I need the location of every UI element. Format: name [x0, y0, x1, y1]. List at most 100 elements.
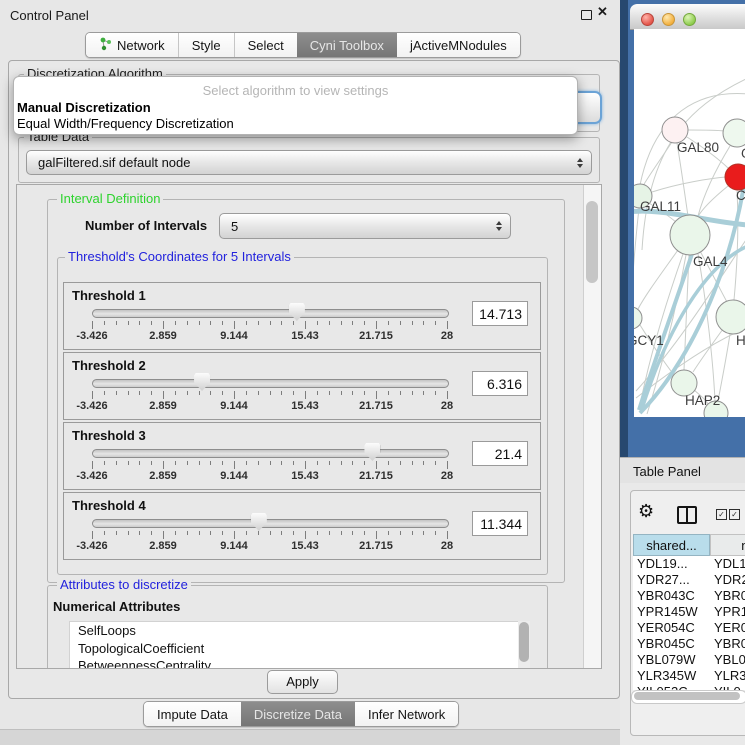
threshold-value-field[interactable]: 14.713	[472, 301, 528, 326]
tick-label: 28	[441, 400, 453, 412]
tick-mark	[305, 531, 306, 539]
scrollbar-thumb[interactable]	[634, 692, 740, 700]
tab-network[interactable]: Network	[86, 33, 178, 57]
threshold-label: Threshold 3	[72, 428, 146, 443]
tick-mark	[341, 531, 342, 535]
algorithm-option-equal-width-frequency-discretization[interactable]: Equal Width/Frequency Discretization	[14, 116, 577, 132]
node-gal4[interactable]	[670, 215, 710, 255]
table-row[interactable]: YER054CYER0	[633, 620, 745, 636]
column-header-shared-name[interactable]: shared...	[633, 534, 710, 556]
tick-mark	[329, 531, 330, 535]
table-data-combo[interactable]: galFiltered.sif default node	[26, 150, 592, 175]
tick-mark	[116, 321, 117, 325]
tick-mark	[116, 531, 117, 535]
tick-mark	[412, 461, 413, 465]
tab-label: Discretize Data	[254, 707, 342, 722]
table-row[interactable]: YPR145WYPR1	[633, 604, 745, 620]
tab-style[interactable]: Style	[178, 33, 234, 57]
network-canvas[interactable]: GAL80GGAL11CGAL4GCY1HHAP2	[634, 29, 745, 417]
slider-track[interactable]	[92, 309, 449, 318]
tick-mark	[423, 321, 424, 325]
tick-mark	[364, 461, 365, 465]
attributes-list-scrollbar[interactable]	[518, 621, 530, 668]
threshold-1-panel: Threshold 1-3.4262.8599.14415.4321.71528…	[63, 282, 541, 350]
tab-label: Network	[117, 38, 165, 53]
tick-mark	[423, 531, 424, 535]
mac-minimize-icon[interactable]	[662, 13, 675, 26]
mac-zoom-icon[interactable]	[683, 13, 696, 26]
cell-shared-name: YBR043C	[633, 588, 710, 604]
cell-shared-name: YDL19...	[633, 556, 710, 572]
column-header-name[interactable]: na	[710, 534, 745, 556]
slider-track[interactable]	[92, 449, 449, 458]
table-horizontal-scrollbar[interactable]	[631, 690, 745, 704]
gear-icon[interactable]: ⚙	[638, 501, 654, 522]
tick-mark	[352, 391, 353, 395]
table-rows[interactable]: YDL19...YDL1YDR27...YDR2YBR043CYBR0YPR14…	[633, 556, 745, 690]
cell-shared-name: YPR145W	[633, 604, 710, 620]
tick-mark	[234, 321, 235, 329]
table-row[interactable]: YDR27...YDR2	[633, 572, 745, 588]
tick-mark	[281, 321, 282, 325]
slider-track[interactable]	[92, 519, 449, 528]
tick-mark	[376, 391, 377, 399]
slider-thumb[interactable]	[194, 373, 210, 391]
numerical-attributes-list[interactable]: SelfLoopsTopologicalCoefficientBetweenne…	[69, 621, 520, 669]
table-data-combo-value: galFiltered.sif default node	[27, 155, 190, 170]
attribute-item-topologicalcoefficient[interactable]: TopologicalCoefficient	[70, 640, 519, 658]
attribute-item-selfloops[interactable]: SelfLoops	[70, 622, 519, 640]
table-row[interactable]: YDL19...YDL1	[633, 556, 745, 572]
tick-mark	[139, 531, 140, 535]
settings-vertical-scrollbar[interactable]	[583, 185, 601, 668]
float-window-icon[interactable]	[581, 10, 592, 20]
tab-jactivemnodules[interactable]: jActiveMNodules	[397, 33, 520, 57]
table-row[interactable]: YLR345WYLR3	[633, 668, 745, 684]
tick-mark	[352, 461, 353, 465]
tick-mark	[258, 321, 259, 325]
threshold-value-field[interactable]: 6.316	[472, 371, 528, 396]
algorithm-option-manual-discretization[interactable]: Manual Discretization	[14, 100, 577, 116]
tick-mark	[163, 531, 164, 539]
tab-infer-network[interactable]: Infer Network	[355, 702, 458, 726]
tick-mark	[388, 531, 389, 535]
tick-mark	[128, 531, 129, 535]
select-none-check-icon[interactable]: ✓	[729, 509, 740, 520]
tick-mark	[128, 391, 129, 395]
threshold-value-field[interactable]: 21.4	[472, 441, 528, 466]
tick-mark	[281, 461, 282, 465]
table-panel-title: Table Panel	[633, 464, 701, 479]
network-window-titlebar	[630, 4, 745, 30]
scrollbar-thumb[interactable]	[586, 201, 598, 283]
tick-mark	[92, 461, 93, 469]
tick-mark	[139, 321, 140, 325]
table-row[interactable]: YBR043CYBR0	[633, 588, 745, 604]
node-right-mid[interactable]	[716, 300, 745, 334]
node-upper-right[interactable]	[723, 119, 745, 147]
slider-thumb[interactable]	[364, 443, 380, 461]
table-row[interactable]: YBL079WYBL0	[633, 652, 745, 668]
attribute-item-betweennesscentrality[interactable]: BetweennessCentrality	[70, 657, 519, 669]
number-of-intervals-combo[interactable]: 5	[219, 213, 511, 239]
split-columns-icon[interactable]	[677, 506, 697, 524]
tick-mark	[210, 531, 211, 535]
tab-cyni-toolbox[interactable]: Cyni Toolbox	[297, 33, 397, 57]
slider-track[interactable]	[92, 379, 449, 388]
network-edge	[643, 142, 672, 186]
select-all-check-icon[interactable]: ✓	[716, 509, 727, 520]
tick-mark	[199, 461, 200, 465]
tick-mark	[222, 391, 223, 395]
tick-label: 28	[441, 330, 453, 342]
node-label-h: H	[736, 333, 745, 348]
threshold-2-panel: Threshold 2-3.4262.8599.14415.4321.71528…	[63, 352, 541, 420]
slider-thumb[interactable]	[289, 303, 305, 321]
mac-close-icon[interactable]	[641, 13, 654, 26]
tab-impute-data[interactable]: Impute Data	[144, 702, 241, 726]
close-icon[interactable]: ✕	[597, 4, 608, 20]
threshold-value-field[interactable]: 11.344	[472, 511, 528, 536]
table-row[interactable]: YBR045CYBR0	[633, 636, 745, 652]
tab-discretize-data[interactable]: Discretize Data	[241, 702, 355, 726]
tab-select[interactable]: Select	[234, 33, 297, 57]
tick-mark	[258, 531, 259, 535]
apply-button[interactable]: Apply	[267, 670, 338, 694]
slider-thumb[interactable]	[251, 513, 267, 531]
